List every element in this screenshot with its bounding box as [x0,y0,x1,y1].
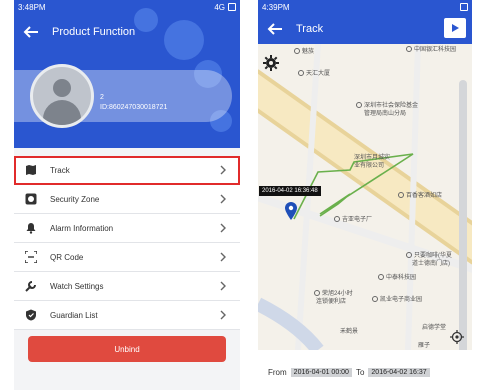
status-time: 3:48PM [18,2,46,12]
device-id: ID:860247030018721 [100,104,168,111]
back-arrow-icon [267,23,282,35]
chevron-right-icon [220,310,226,320]
back-button[interactable] [262,16,288,42]
locate-icon[interactable] [450,330,464,344]
menu-item-label: Alarm Information [50,223,114,233]
menu-item-security-zone[interactable]: Security Zone [14,185,240,214]
device-number: 2 [100,94,104,101]
avatar[interactable] [30,64,94,128]
map-label: 管理局南山分局 [364,111,407,117]
map-label: 业有限公司 [354,163,385,169]
from-label: From [268,368,287,377]
date-range-bar: From 2016-04-01 00:00 To 2016-04-02 16:3… [258,350,472,390]
map-label: 禾鹤景 [340,329,359,335]
chevron-right-icon [220,194,226,204]
location-pin-icon[interactable] [284,202,298,220]
menu-item-label: Security Zone [50,194,100,204]
map-label: 天汇大厦 [298,68,330,77]
map-label: 吉亚电子厂 [334,214,372,223]
map-label: 连锁便利店 [316,299,347,305]
menu-item-label: Guardian List [50,310,98,320]
status-bar: 3:48PM 4G [14,0,240,14]
back-arrow-icon [23,26,38,38]
map-label: 启德学堂 [422,325,447,331]
menu-item-label: Track [50,165,70,175]
page-title: Track [296,23,324,35]
track-map[interactable]: 2016-04-02 16:36:48 魅族 中国银汇科技园 天汇大厦 深圳市社… [258,44,472,350]
qr-icon [24,250,38,264]
menu-item-alarm-information[interactable]: Alarm Information [14,214,240,243]
chevron-right-icon [220,223,226,233]
date-range-row: From 2016-04-01 00:00 To 2016-04-02 16:3… [268,368,430,377]
page-title: Product Function [52,26,136,38]
menu-item-guardian-list[interactable]: Guardian List [14,301,240,330]
back-button[interactable] [18,19,44,45]
status-bar: 4:39PM [258,0,472,14]
gear-icon[interactable] [262,54,280,72]
app-bar: Track [258,14,472,44]
unbind-button[interactable]: Unbind [28,336,226,362]
menu-item-label: Watch Settings [50,281,104,291]
from-date-field[interactable]: 2016-04-01 00:00 [290,368,352,377]
battery-icon [460,3,468,11]
shield-icon [24,308,38,322]
map-label: 道士德南门店) [412,261,450,267]
menu-item-watch-settings[interactable]: Watch Settings [14,272,240,301]
play-icon [452,24,459,32]
map-label: 中泰科技园 [378,272,416,281]
track-screen: 4:39PM Track 2016-04-02 16:36:48 魅族 中国银汇… [258,0,472,390]
play-button[interactable] [444,18,466,38]
map-label: 凯业电子商业园 [372,294,422,303]
map-zoom-scrollbar[interactable] [459,80,467,350]
map-label: 雁子 [418,343,431,349]
circle-icon [24,192,38,206]
function-menu: Track Security Zone Alarm Information QR… [14,156,240,330]
menu-item-label: QR Code [50,252,84,262]
status-time: 4:39PM [262,2,290,12]
chevron-right-icon [220,252,226,262]
menu-item-track[interactable]: Track [14,156,240,185]
to-date-field[interactable]: 2016-04-02 16:37 [368,368,430,377]
bell-icon [24,221,38,235]
map-label: 百香客酒如店 [398,190,442,199]
map-icon [24,163,38,177]
wrench-icon [24,279,38,293]
product-function-screen: 2 ID:860247030018721 3:48PM 4G Product F… [14,0,240,390]
to-label: To [355,368,365,377]
map-label: 魅族 [294,46,314,55]
location-tooltip: 2016-04-02 16:36:48 [259,186,321,196]
network-label: 4G [214,2,225,12]
menu-item-qr-code[interactable]: QR Code [14,243,240,272]
map-label: 中国银汇科技园 [406,44,456,53]
chevron-right-icon [220,281,226,291]
battery-icon [228,3,236,11]
chevron-right-icon [220,165,226,175]
app-bar: Product Function [14,14,240,50]
